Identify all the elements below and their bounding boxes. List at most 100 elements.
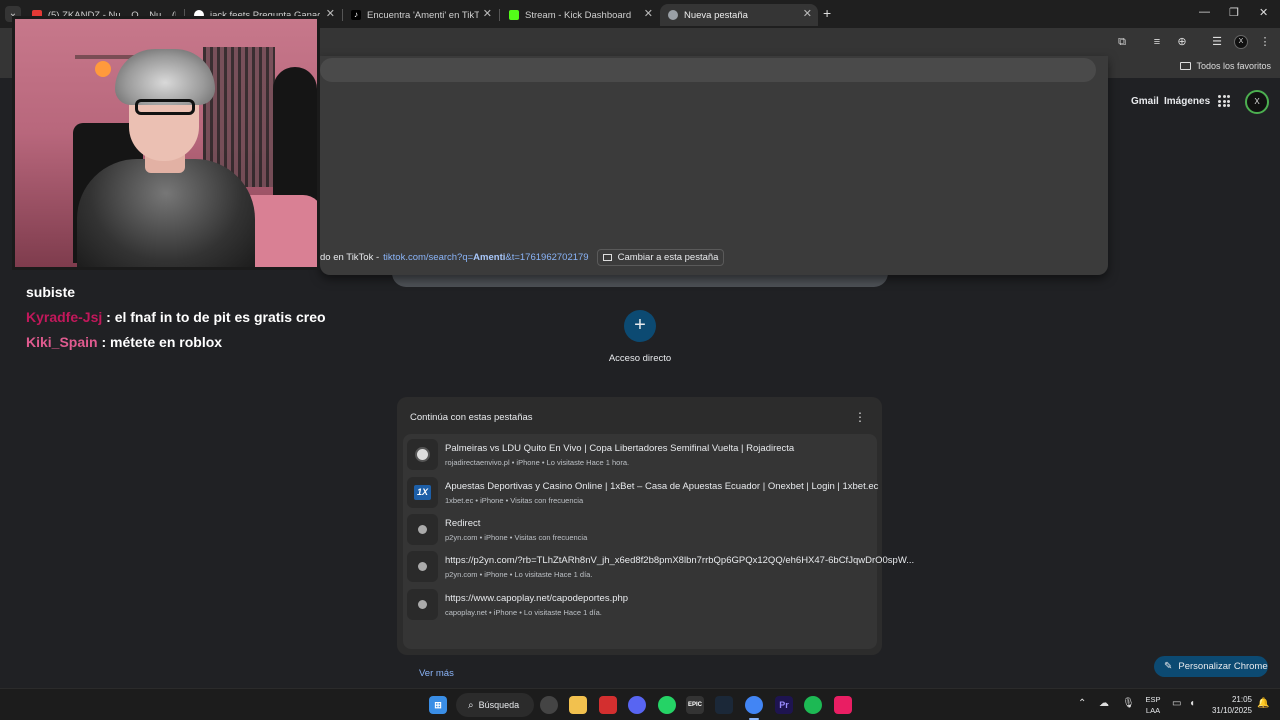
item-subtitle: 1xbet.ec • iPhone • Visitas con frecuenc… <box>445 496 584 505</box>
chat-message: Kiki_Spain : métete en roblox <box>26 330 326 355</box>
close-icon[interactable]: ✕ <box>803 7 812 20</box>
item-title: Redirect <box>445 518 481 529</box>
customize-label: Personalizar Chrome <box>1178 661 1268 672</box>
extensions-icon[interactable]: ⧉ <box>1115 35 1129 49</box>
tiktok-icon[interactable] <box>834 696 852 714</box>
clock[interactable]: 21:05 31/10/2025 <box>1206 694 1252 716</box>
kick-icon <box>509 10 519 20</box>
item-subtitle: p2yn.com • iPhone • Visitas con frecuenc… <box>445 533 588 542</box>
volume-icon[interactable]: ◖ <box>1189 698 1195 709</box>
globe-icon <box>407 589 438 620</box>
discord-icon[interactable] <box>628 696 646 714</box>
apps-grid-icon[interactable] <box>1218 95 1230 107</box>
item-title: Apuestas Deportivas y Casino Online | 1x… <box>445 481 879 492</box>
notification-bell-icon[interactable]: 🔔 <box>1257 698 1269 709</box>
taskbar: ⊞ ⌕ Búsqueda EPIC Pr ⌃ ☁ 🎙 ESP LAA ▭ ◖ 2… <box>0 688 1280 720</box>
chrome-icon <box>668 10 678 20</box>
language-indicator[interactable]: ESP LAA <box>1143 694 1163 716</box>
item-title: Palmeiras vs LDU Quito En Vivo | Copa Li… <box>445 443 795 454</box>
list-item[interactable]: 1X Apuestas Deportivas y Casino Online |… <box>403 474 879 511</box>
chat-text: subiste <box>26 284 76 300</box>
widgets-icon[interactable] <box>540 696 558 714</box>
chat-message: Kyradfe-Jsj : el fnaf in to de pit es gr… <box>26 305 326 330</box>
epic-games-icon[interactable]: EPIC <box>686 696 704 714</box>
soccer-ball-icon <box>407 439 438 470</box>
start-icon[interactable]: ⊞ <box>429 696 447 714</box>
suggestion-url: tiktok.com/search?q=Amenti&t=17619627021… <box>383 251 589 263</box>
globe-icon <box>407 514 438 545</box>
tab-tiktok[interactable]: ♪ Encuentra 'Amenti' en TikTok | B ✕ <box>343 4 498 26</box>
all-bookmarks-label: Todos los favoritos <box>1196 61 1271 71</box>
onedrive-icon[interactable]: ☁ <box>1099 698 1109 709</box>
onexbet-icon: 1X <box>407 477 438 508</box>
shortcut-label: Acceso directo <box>608 353 672 364</box>
add-shortcut-button[interactable]: + <box>624 310 656 342</box>
taskbar-search-label: Búsqueda <box>478 700 520 710</box>
menu-icon[interactable]: ⋮ <box>1258 35 1272 49</box>
chrome-icon[interactable] <box>745 696 763 714</box>
spotify-icon[interactable] <box>804 696 822 714</box>
account-avatar[interactable]: X <box>1245 90 1269 114</box>
address-bar[interactable] <box>320 58 1096 82</box>
tabs-list: Palmeiras vs LDU Quito En Vivo | Copa Li… <box>403 434 914 679</box>
restore-button[interactable]: ❐ <box>1229 6 1239 19</box>
downloads-icon[interactable]: ⊕ <box>1175 35 1189 49</box>
whatsapp-icon[interactable] <box>658 696 676 714</box>
folder-icon <box>1180 62 1192 70</box>
images-link[interactable]: Imágenes <box>1164 96 1210 107</box>
reading-list-icon[interactable]: ☰ <box>1210 35 1224 49</box>
chat-username: Kiki_Spain <box>26 334 98 350</box>
globe-icon <box>407 551 438 582</box>
tab-kick-dashboard[interactable]: Stream - Kick Dashboard ✕ <box>501 4 659 26</box>
chat-text: : el fnaf in to de pit es gratis creo <box>102 309 326 325</box>
tiktok-icon: ♪ <box>351 10 361 20</box>
pencil-icon: ✎ <box>1164 661 1173 672</box>
chevron-up-icon[interactable]: ⌃ <box>1078 698 1086 709</box>
all-bookmarks-button[interactable]: Todos los favoritos <box>1180 61 1271 71</box>
close-icon[interactable]: ✕ <box>326 7 335 20</box>
taskbar-search[interactable]: ⌕ Búsqueda <box>456 693 534 717</box>
chat-text: : métete en roblox <box>97 334 223 350</box>
item-subtitle: capoplay.net • iPhone • Lo visitaste Hac… <box>445 608 602 617</box>
list-item[interactable]: https://p2yn.com/?rb=TLhZtARh8nV_jh_x6ed… <box>403 548 914 585</box>
item-title: https://p2yn.com/?rb=TLhZtARh8nV_jh_x6ed… <box>445 555 915 566</box>
search-icon: ⌕ <box>468 699 474 711</box>
list-item[interactable]: https://www.capoplay.net/capodeportes.ph… <box>403 586 877 623</box>
suggestion-prefix: do en TikTok - <box>320 251 380 263</box>
item-subtitle: rojadirectaenvivo.pl • iPhone • Lo visit… <box>445 458 630 467</box>
list-item[interactable]: Redirect p2yn.com • iPhone • Visitas con… <box>403 511 877 548</box>
steam-icon[interactable] <box>715 696 733 714</box>
close-window-button[interactable]: ✕ <box>1259 6 1268 19</box>
tab-new-tab[interactable]: Nueva pestaña ✕ <box>660 4 818 26</box>
tab-label: Nueva pestaña <box>684 9 748 21</box>
gmail-link[interactable]: Gmail <box>1131 96 1159 107</box>
item-title: https://www.capoplay.net/capodeportes.ph… <box>445 593 629 604</box>
more-options-icon[interactable]: ⋮ <box>854 410 866 424</box>
continue-tabs-card: Continúa con estas pestañas ⋮ Palmeiras … <box>397 397 914 679</box>
new-tab-button[interactable]: + <box>823 5 831 21</box>
minimize-button[interactable]: — <box>1199 6 1210 18</box>
tab-icon <box>602 253 612 261</box>
premiere-icon[interactable]: Pr <box>775 696 793 714</box>
microphone-icon[interactable]: 🎙 <box>1122 698 1135 709</box>
file-explorer-icon[interactable] <box>569 696 587 714</box>
tab-label: Stream - Kick Dashboard <box>525 9 632 21</box>
close-icon[interactable]: ✕ <box>483 7 492 20</box>
switch-to-tab-button[interactable]: Cambiar a esta pestaña <box>596 248 725 266</box>
network-icon[interactable]: ▭ <box>1172 698 1181 709</box>
see-more-link[interactable]: Ver más <box>419 668 454 679</box>
close-icon[interactable]: ✕ <box>644 7 653 20</box>
chat-username: Kyradfe-Jsj <box>26 309 103 325</box>
youtube-music-icon[interactable] <box>599 696 617 714</box>
tab-search-icon[interactable]: ≡ <box>1150 35 1164 49</box>
item-subtitle: p2yn.com • iPhone • Lo visitaste Hace 1 … <box>445 570 593 579</box>
customize-chrome-button[interactable]: ✎ Personalizar Chrome <box>1154 656 1268 677</box>
tab-label: Encuentra 'Amenti' en TikTok | B <box>367 9 479 21</box>
omnibox-suggestion[interactable]: do en TikTok - tiktok.com/search?q=Ament… <box>320 248 725 266</box>
profile-icon[interactable]: X <box>1234 35 1248 49</box>
switch-to-tab-label: Cambiar a esta pestaña <box>617 251 719 263</box>
stream-chat-overlay: subiste Kyradfe-Jsj : el fnaf in to de p… <box>26 280 326 355</box>
card-title: Continúa con estas pestañas <box>410 412 533 423</box>
list-item[interactable]: Palmeiras vs LDU Quito En Vivo | Copa Li… <box>403 436 877 473</box>
chat-message: subiste <box>26 280 326 305</box>
